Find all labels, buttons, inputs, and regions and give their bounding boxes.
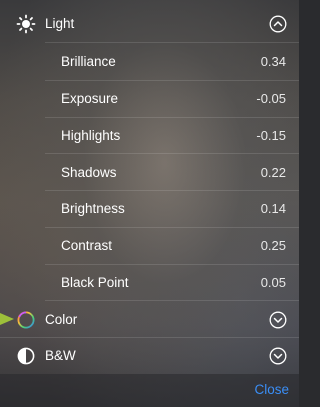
close-button[interactable]: Close: [254, 382, 289, 397]
chevron-down-icon[interactable]: [269, 347, 287, 365]
bw-section-label: B&W: [45, 348, 76, 363]
color-wheel-icon: [17, 311, 35, 328]
panel-footer: Close: [0, 374, 299, 407]
sun-icon: [16, 14, 36, 33]
chevron-down-icon[interactable]: [269, 311, 287, 329]
adjustment-value: -0.15: [256, 128, 286, 143]
adjustment-row-black-point[interactable]: Black Point 0.05: [0, 264, 299, 301]
adjustment-value: 0.25: [260, 238, 286, 253]
adjustment-value: 0.34: [260, 54, 286, 69]
adjustment-row-shadows[interactable]: Shadows 0.22: [0, 154, 299, 191]
adjustment-value: -0.05: [256, 91, 286, 106]
adjustment-row-contrast[interactable]: Contrast 0.25: [0, 227, 299, 264]
color-section-header[interactable]: Color: [0, 301, 299, 338]
adjustment-row-brilliance[interactable]: Brilliance 0.34: [0, 43, 299, 80]
half-circle-icon: [17, 347, 35, 364]
adjustment-row-brightness[interactable]: Brightness 0.14: [0, 190, 299, 227]
chevron-up-icon[interactable]: [269, 15, 287, 33]
adjustment-row-exposure[interactable]: Exposure -0.05: [0, 80, 299, 117]
adjustment-value: 0.14: [260, 201, 286, 216]
light-section-label: Light: [45, 16, 75, 31]
adjustment-row-highlights[interactable]: Highlights -0.15: [0, 117, 299, 154]
adjustments-panel: Light Brilliance 0.34 Exposure -0.05 Hig…: [0, 0, 299, 407]
pointer-arrow-icon: [0, 313, 14, 325]
color-section-label: Color: [45, 312, 78, 327]
adjustment-value: 0.22: [260, 165, 286, 180]
adjustment-value: 0.05: [260, 275, 286, 290]
light-section-header[interactable]: Light: [0, 5, 299, 42]
bw-section-header[interactable]: B&W: [0, 337, 299, 374]
